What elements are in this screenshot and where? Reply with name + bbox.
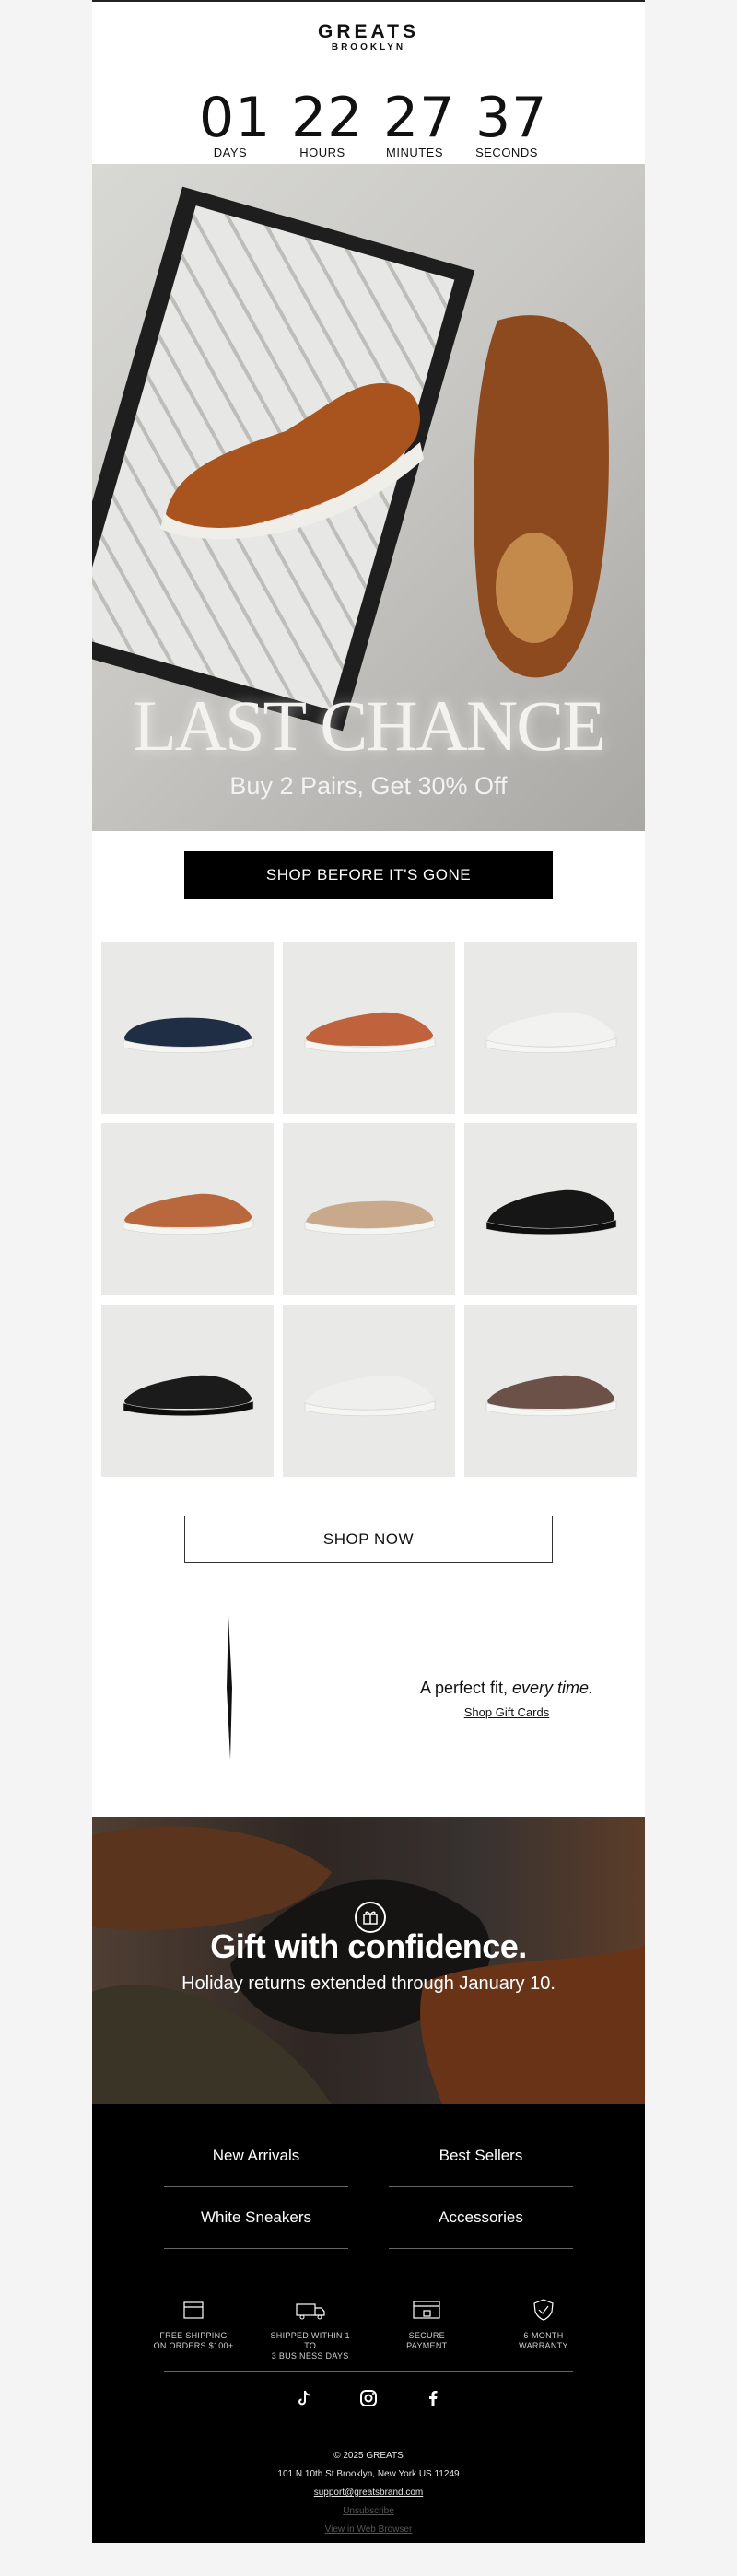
- address-text: 101 N 10th St Brooklyn, New York US 1124…: [277, 2469, 460, 2479]
- shoe-upper: [305, 1012, 433, 1046]
- perk-free-shipping: FREE SHIPPING ON ORDERS $100+: [147, 2298, 240, 2361]
- product-tile[interactable]: [283, 942, 455, 1114]
- view-in-browser-link[interactable]: View in Web Browser: [325, 2524, 413, 2535]
- hero-banner[interactable]: LAST CHANCE Buy 2 Pairs, Get 30% Off: [92, 164, 645, 831]
- countdown-seconds: 37 SECONDS: [475, 86, 548, 159]
- product-tile[interactable]: [464, 1123, 637, 1295]
- perk-line: 6-MONTH: [523, 2331, 564, 2340]
- product-shoe-image: [123, 1017, 253, 1053]
- perk-line: SECURE: [408, 2331, 445, 2340]
- footer-legal: © 2025 GREATS 101 N 10th St Brooklyn, Ne…: [92, 2451, 645, 2543]
- perk-warranty: 6-MONTH WARRANTY: [497, 2298, 590, 2361]
- shoe-upper: [123, 1193, 252, 1227]
- perk-line: PAYMENT: [406, 2341, 448, 2350]
- product-tile[interactable]: [464, 942, 637, 1114]
- box-icon: [183, 2301, 204, 2319]
- countdown-value: 27: [383, 86, 456, 150]
- perk-text: FREE SHIPPING ON ORDERS $100+: [147, 2331, 240, 2351]
- brand-logo-primary: GREATS: [318, 21, 419, 42]
- product-shoe-image: [304, 1012, 435, 1053]
- product-tile[interactable]: [464, 1305, 637, 1477]
- shop-now-button[interactable]: SHOP NOW: [184, 1516, 553, 1563]
- shop-before-gone-button[interactable]: SHOP BEFORE IT'S GONE: [184, 851, 553, 899]
- copyright-text: © 2025 GREATS: [333, 2451, 404, 2461]
- shoe-upper: [486, 1012, 614, 1046]
- perk-shipping-time: SHIPPED WITHIN 1 TO 3 BUSINESS DAYS: [264, 2298, 357, 2361]
- product-shoe-image: [304, 1375, 435, 1416]
- perk-line: FREE SHIPPING: [159, 2331, 228, 2340]
- countdown-value: 37: [475, 86, 548, 150]
- banner-headline: Gift with confidence.: [210, 1927, 527, 1965]
- perk-line: WARRANTY: [519, 2341, 568, 2350]
- shop-gift-cards-link[interactable]: Shop Gift Cards: [464, 1705, 550, 1719]
- perk-line: SHIPPED WITHIN 1 TO: [270, 2331, 350, 2350]
- perk-text: SHIPPED WITHIN 1 TO 3 BUSINESS DAYS: [264, 2331, 357, 2361]
- countdown-hours: 22 HOURS: [291, 86, 364, 159]
- nav-best-sellers-link[interactable]: Best Sellers: [389, 2125, 573, 2186]
- nav-accessories-link[interactable]: Accessories: [389, 2186, 573, 2249]
- footer-divider: [164, 2371, 573, 2372]
- email-container: GREATS BROOKLYN 01 DAYS 22 HOURS 27 MINU…: [92, 0, 645, 2543]
- product-shoe-image: [485, 1012, 616, 1053]
- product-shoe-image: [304, 1200, 435, 1235]
- product-tile[interactable]: [101, 1123, 274, 1295]
- product-shoe-image: [123, 1193, 253, 1235]
- gift-card-line: A perfect fit, every time.: [387, 1679, 626, 1698]
- countdown-value: 01: [199, 86, 272, 150]
- facebook-icon[interactable]: [423, 2388, 443, 2408]
- hero-sneaker-image: [160, 383, 424, 540]
- countdown-label: SECONDS: [475, 146, 538, 159]
- footer-nav: New Arrivals Best Sellers White Sneakers…: [164, 2125, 573, 2249]
- brand-logo[interactable]: GREATS BROOKLYN: [92, 2, 645, 53]
- perk-line: 3 BUSINESS DAYS: [271, 2351, 349, 2360]
- perk-text: 6-MONTH WARRANTY: [497, 2331, 590, 2351]
- product-tile[interactable]: [101, 1305, 274, 1477]
- perk-secure-payment: SECURE PAYMENT: [380, 2298, 473, 2361]
- gift-card-image[interactable]: [111, 1614, 350, 1762]
- product-grid: [101, 942, 637, 1477]
- shoe-upper: [305, 1375, 433, 1409]
- gift-card-section: A perfect fit, every time. Shop Gift Car…: [92, 1605, 645, 1771]
- product-shoe-image: [485, 1375, 616, 1416]
- countdown-days: 01 DAYS: [199, 86, 272, 159]
- hero-sneaker-image: [474, 315, 609, 678]
- gift-confidence-banner[interactable]: Gift with confidence. Holiday returns ex…: [92, 1817, 645, 2104]
- social-links: [92, 2388, 645, 2408]
- instagram-icon[interactable]: [358, 2388, 379, 2408]
- countdown-value: 22: [291, 86, 364, 150]
- perks-row: FREE SHIPPING ON ORDERS $100+ SHIPPED WIT…: [147, 2298, 590, 2361]
- countdown-timer: 01 DAYS 22 HOURS 27 MINUTES 37 SECONDS: [92, 90, 645, 159]
- gift-card-tagline: A perfect fit, every time. Shop Gift Car…: [387, 1679, 626, 1721]
- countdown-label: MINUTES: [386, 146, 443, 159]
- truck-icon: [296, 2303, 325, 2320]
- product-tile[interactable]: [101, 942, 274, 1114]
- countdown-label: HOURS: [299, 146, 345, 159]
- banner-subline: Holiday returns extended through January…: [181, 1973, 556, 1994]
- footer: New Arrivals Best Sellers White Sneakers…: [92, 2104, 645, 2543]
- product-shoe-image: [123, 1375, 253, 1416]
- perk-line: ON ORDERS $100+: [153, 2341, 234, 2350]
- gift-card-line-prefix: A perfect fit,: [419, 1679, 508, 1697]
- tiktok-icon[interactable]: [294, 2388, 314, 2408]
- product-tile[interactable]: [283, 1123, 455, 1295]
- support-email-link[interactable]: support@greatsbrand.com: [314, 2488, 424, 2498]
- product-tile[interactable]: [283, 1305, 455, 1477]
- countdown-minutes: 27 MINUTES: [383, 86, 456, 159]
- brand-logo-secondary: BROOKLYN: [331, 42, 406, 53]
- nav-new-arrivals-link[interactable]: New Arrivals: [164, 2125, 348, 2186]
- hero-title: LAST CHANCE: [133, 685, 606, 766]
- product-shoe-image: [485, 1189, 616, 1235]
- gift-card-line-italic: every time.: [512, 1679, 594, 1697]
- shoe-upper: [486, 1375, 614, 1409]
- shield-check-icon: [533, 2299, 554, 2321]
- hero-subtitle: Buy 2 Pairs, Get 30% Off: [229, 772, 508, 800]
- unsubscribe-link[interactable]: Unsubscribe: [343, 2506, 394, 2516]
- lock-card-icon: [413, 2301, 440, 2319]
- shoe-upper: [123, 1375, 252, 1409]
- perk-text: SECURE PAYMENT: [380, 2331, 473, 2351]
- nav-white-sneakers-link[interactable]: White Sneakers: [164, 2186, 348, 2249]
